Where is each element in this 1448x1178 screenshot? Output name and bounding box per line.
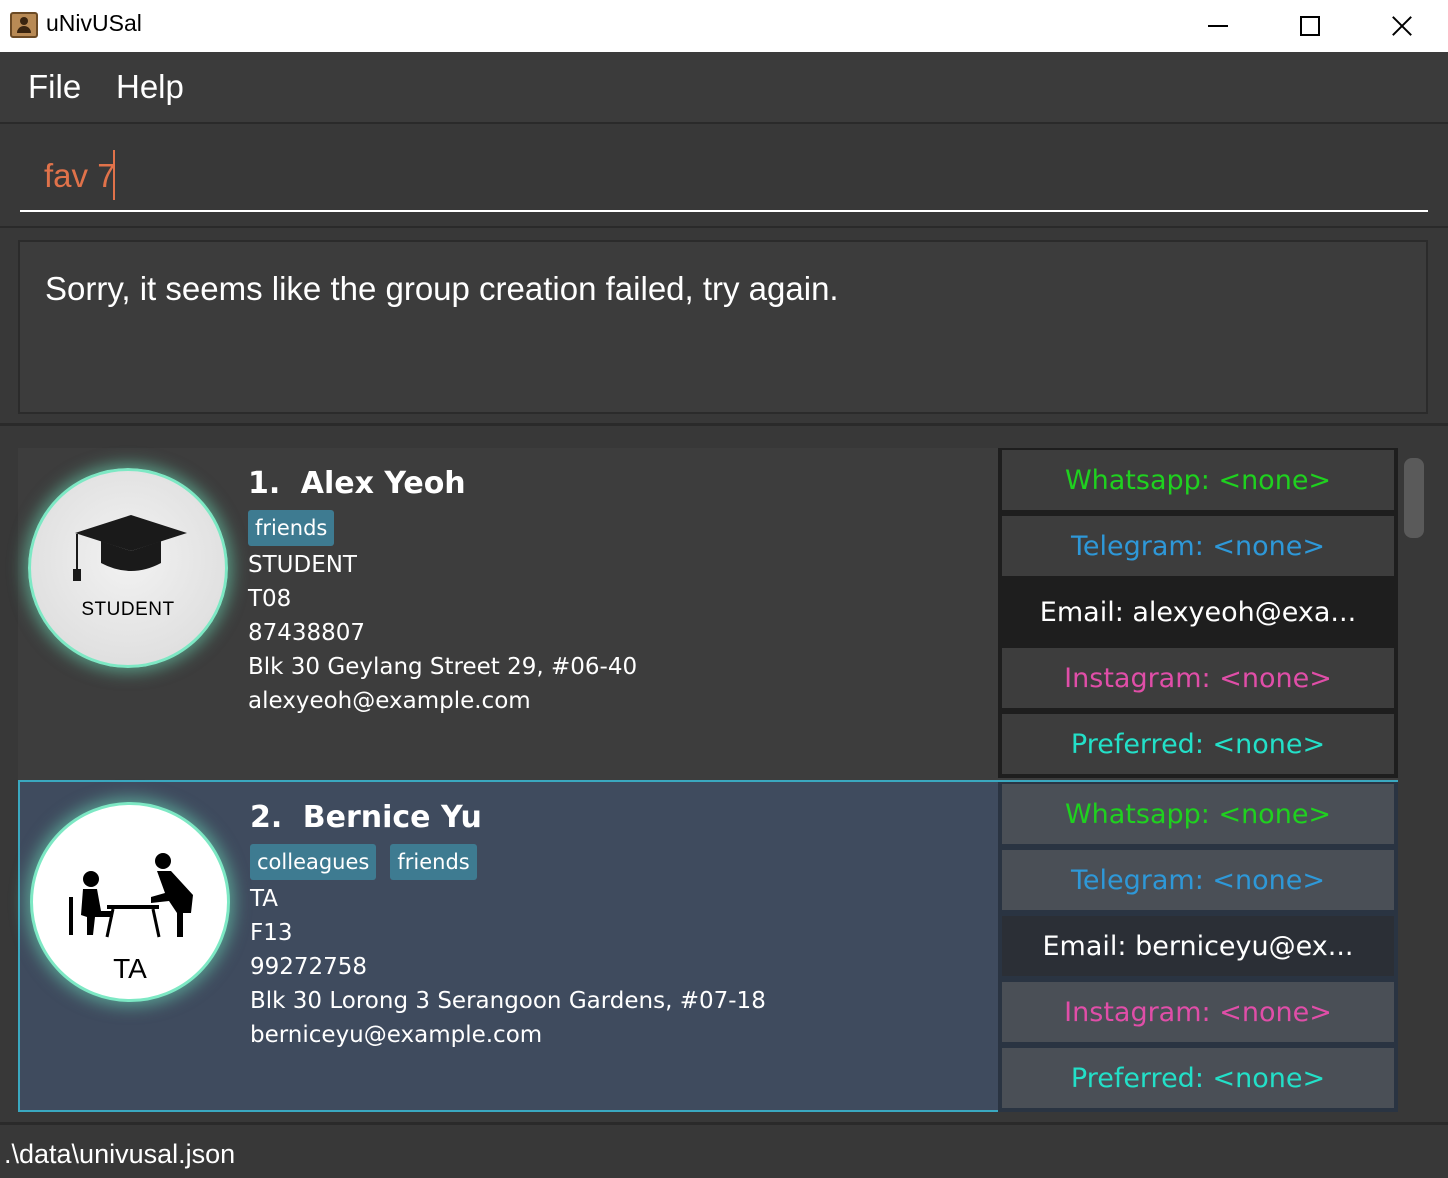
tag: friends <box>248 510 335 546</box>
person-name-line: 1. Alex Yeoh <box>248 466 637 506</box>
status-bar: .\data\univusal.json <box>0 1122 1448 1178</box>
tag-list: colleagues friends <box>250 844 766 882</box>
command-input[interactable] <box>20 142 1428 212</box>
person-tutorial: F13 <box>250 920 293 946</box>
whatsapp-contact[interactable]: Whatsapp: <none> <box>1002 450 1394 510</box>
menu-help[interactable]: Help <box>116 68 184 106</box>
person-phone: 87438807 <box>248 620 366 646</box>
maximize-icon <box>1300 16 1320 36</box>
minimize-icon <box>1208 25 1228 27</box>
menu-file[interactable]: File <box>28 68 81 106</box>
maximize-button[interactable] <box>1264 0 1356 52</box>
list-scrollbar[interactable] <box>1400 448 1428 1118</box>
close-button[interactable] <box>1356 0 1448 52</box>
scrollbar-thumb[interactable] <box>1404 458 1424 538</box>
result-message: Sorry, it seems like the group creation … <box>45 270 839 307</box>
person-role: STUDENT <box>248 552 357 578</box>
preferred-contact[interactable]: Preferred: <none> <box>1002 714 1394 774</box>
contact-methods: Whatsapp: <none> Telegram: <none> Email:… <box>998 782 1398 1112</box>
person-list[interactable]: STUDENT 1. Alex Yeoh friends STUDENT T08… <box>0 428 1448 1122</box>
email-contact[interactable]: Email: alexyeoh@exa... <box>1002 582 1394 642</box>
person-info: 1. Alex Yeoh friends STUDENT T08 8743880… <box>248 466 637 718</box>
command-box <box>0 126 1448 228</box>
result-display: Sorry, it seems like the group creation … <box>0 230 1448 426</box>
contact-methods: Whatsapp: <none> Telegram: <none> Email:… <box>998 448 1398 778</box>
minimize-button[interactable] <box>1172 0 1264 52</box>
instagram-contact[interactable]: Instagram: <none> <box>1002 648 1394 708</box>
result-box: Sorry, it seems like the group creation … <box>18 240 1428 414</box>
person-index: 1. <box>248 466 281 501</box>
person-role: TA <box>250 886 278 912</box>
person-email: alexyeoh@example.com <box>248 688 531 714</box>
avatar-label: STUDENT <box>81 599 175 620</box>
avatar-label: TA <box>113 953 147 984</box>
whatsapp-contact[interactable]: Whatsapp: <none> <box>1002 784 1394 844</box>
person-address: Blk 30 Lorong 3 Serangoon Gardens, #07-1… <box>250 988 766 1014</box>
person-name: Alex Yeoh <box>300 466 466 501</box>
person-tutorial: T08 <box>248 586 292 612</box>
person-card-selected[interactable]: TA 2. Bernice Yu colleagues friends TA F… <box>18 780 1398 1112</box>
telegram-contact[interactable]: Telegram: <none> <box>1002 516 1394 576</box>
avatar: STUDENT <box>28 468 228 668</box>
tag-list: friends <box>248 510 637 548</box>
window-title: uNivUSal <box>46 10 142 36</box>
email-contact[interactable]: Email: berniceyu@ex... <box>1002 916 1394 976</box>
person-address: Blk 30 Geylang Street 29, #06-40 <box>248 654 638 680</box>
person-index: 2. <box>250 800 283 835</box>
contact-book-icon <box>10 12 38 38</box>
save-file-path: .\data\univusal.json <box>4 1139 236 1169</box>
close-icon <box>1391 15 1413 37</box>
instagram-contact[interactable]: Instagram: <none> <box>1002 982 1394 1042</box>
person-card[interactable]: STUDENT 1. Alex Yeoh friends STUDENT T08… <box>18 448 1398 780</box>
person-phone: 99272758 <box>250 954 368 980</box>
preferred-contact[interactable]: Preferred: <none> <box>1002 1048 1394 1108</box>
tag: friends <box>390 844 477 880</box>
telegram-contact[interactable]: Telegram: <none> <box>1002 850 1394 910</box>
person-name-line: 2. Bernice Yu <box>250 800 766 840</box>
avatar: TA <box>30 802 230 1002</box>
person-email: berniceyu@example.com <box>250 1022 543 1048</box>
person-info: 2. Bernice Yu colleagues friends TA F13 … <box>250 800 766 1052</box>
text-caret <box>113 150 115 200</box>
title-bar: uNivUSal <box>0 0 1448 52</box>
tag: colleagues <box>250 844 377 880</box>
graduation-cap-icon <box>73 515 187 581</box>
person-name: Bernice Yu <box>302 800 482 835</box>
menu-bar: File Help <box>0 52 1448 124</box>
